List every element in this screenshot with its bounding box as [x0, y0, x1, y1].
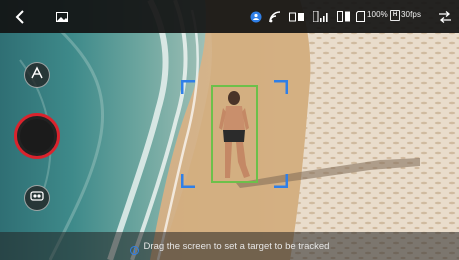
lens-settings-button[interactable]: [24, 185, 50, 211]
tracking-hint-bar: Drag the screen to set a target to be tr…: [0, 232, 459, 260]
tracking-target-box[interactable]: [211, 85, 258, 183]
info-icon: [129, 242, 139, 255]
battery-percent: 100%: [367, 10, 388, 19]
sd-card-icon: [355, 0, 366, 33]
signal-strength-icon: [312, 0, 330, 33]
top-status-bar: 100% H 30fps: [0, 0, 459, 33]
tracking-hint-text: Drag the screen to set a target to be tr…: [143, 240, 330, 252]
gallery-icon[interactable]: [55, 0, 69, 33]
track-mode-icon[interactable]: [249, 0, 263, 33]
camera-switch-icon: [30, 65, 44, 85]
back-arrow-icon[interactable]: [12, 0, 28, 33]
resolution-badge: H: [390, 10, 400, 21]
battery-icon: [336, 0, 352, 33]
frame-rate: 30fps: [401, 10, 422, 19]
lens-settings-icon: [30, 189, 44, 207]
shutter-inner: [20, 119, 54, 153]
camera-switch-button[interactable]: [24, 62, 50, 88]
shutter-button[interactable]: [14, 113, 60, 159]
settings-icon[interactable]: [437, 0, 453, 33]
remote-controller-icon: [288, 0, 306, 33]
gps-icon: [268, 0, 282, 33]
